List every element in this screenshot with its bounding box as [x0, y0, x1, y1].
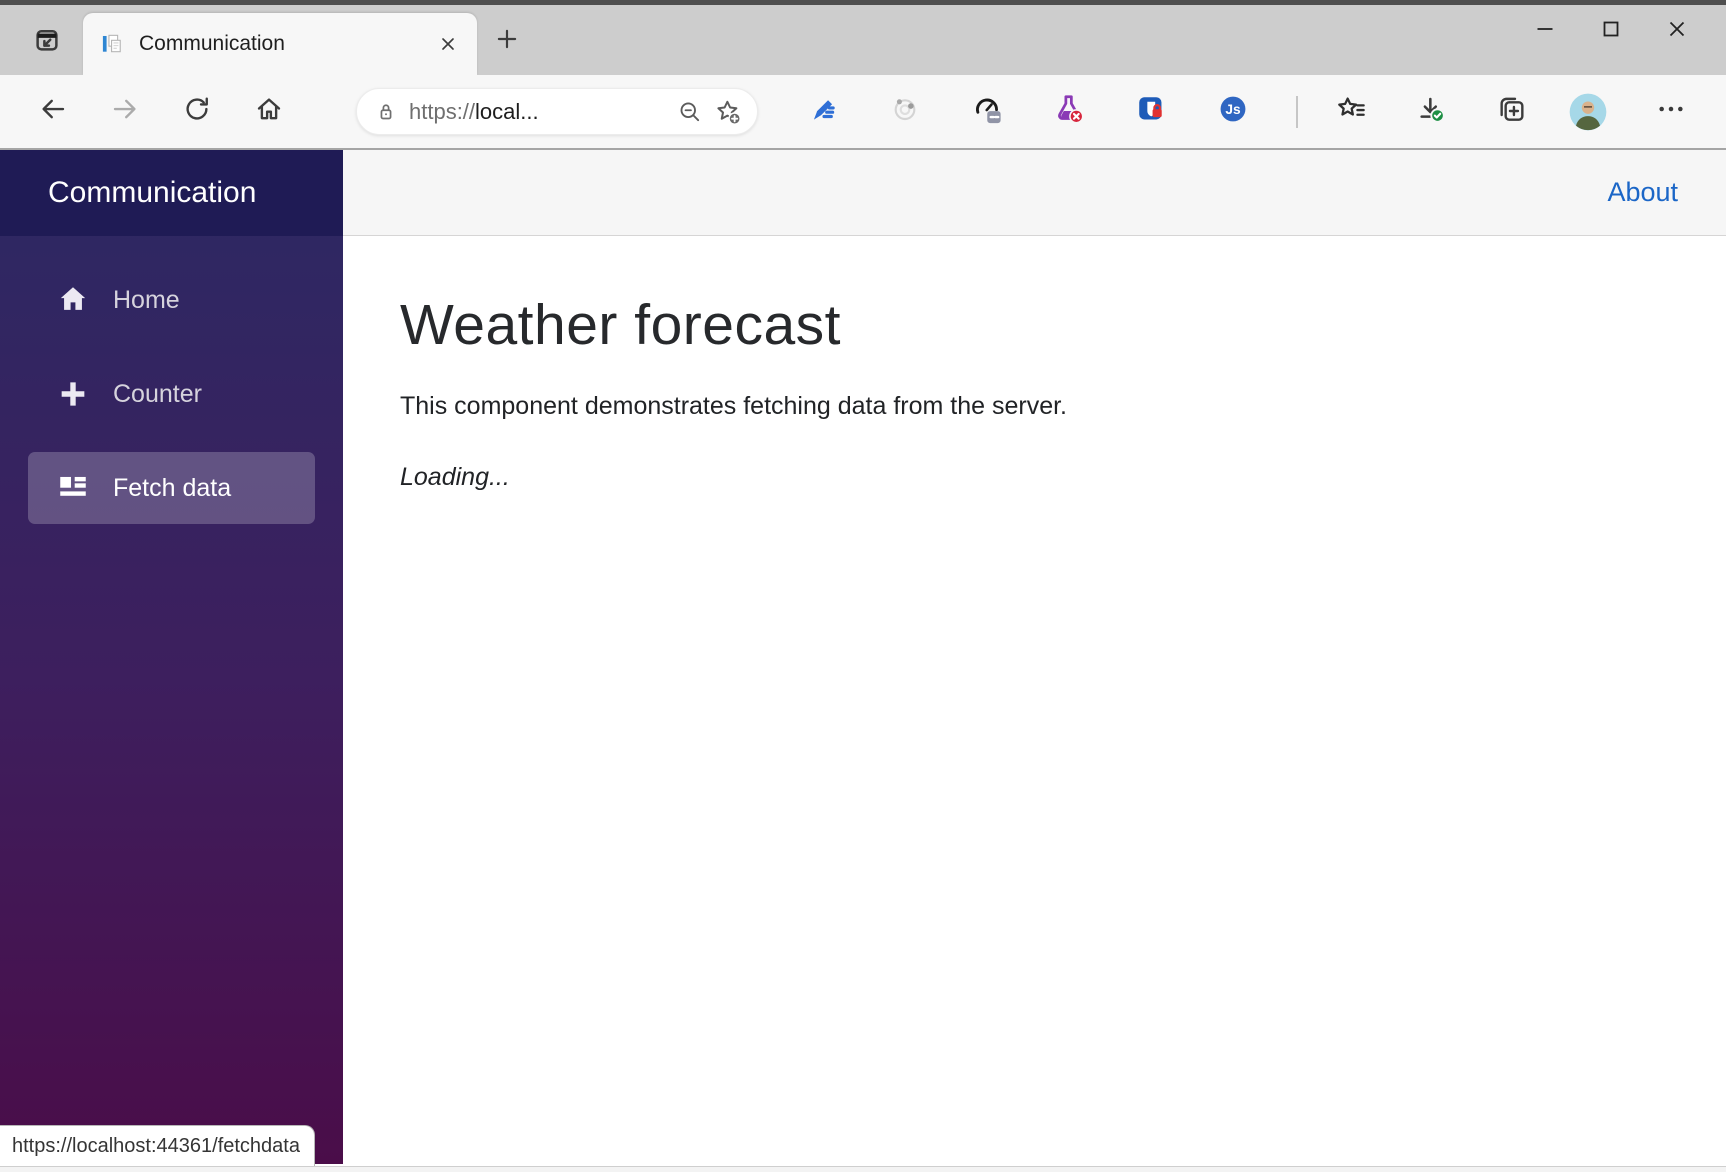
shield-lock-extension-icon: [1134, 92, 1168, 131]
about-link[interactable]: About: [1607, 177, 1678, 208]
close-icon: [1665, 17, 1689, 46]
app-brand[interactable]: Communication: [48, 176, 256, 210]
minimize-button[interactable]: [1512, 5, 1578, 57]
pen-extension-button[interactable]: [800, 89, 846, 135]
top-row: About: [343, 150, 1726, 236]
pen-extension-icon: [807, 93, 839, 130]
new-tab-button[interactable]: [487, 21, 527, 61]
tab-strip: Communication: [0, 5, 1726, 75]
forward-icon: [110, 94, 140, 129]
downloads-button[interactable]: [1408, 89, 1454, 135]
browser-window: Communication: [0, 0, 1726, 1172]
home-button[interactable]: [246, 89, 292, 135]
sidebar-item-fetch-data[interactable]: Fetch data: [28, 452, 315, 524]
close-window-button[interactable]: [1644, 5, 1710, 57]
status-bar-url: https://localhost:44361/fetchdata: [0, 1125, 315, 1166]
sidebar: Communication Home: [0, 150, 343, 1164]
main-area: About Weather forecast This component de…: [343, 150, 1726, 1164]
profile-avatar[interactable]: [1568, 92, 1608, 132]
sidebar-item-counter[interactable]: Counter: [28, 358, 315, 430]
orbit-extension-button[interactable]: [882, 89, 928, 135]
window-controls: [1512, 5, 1710, 75]
browser-toolbar: https://local...: [0, 75, 1726, 150]
more-icon: [1655, 93, 1687, 130]
sidebar-nav: Home Counter: [0, 236, 343, 546]
address-bar[interactable]: https://local...: [356, 88, 758, 135]
add-favorite-icon[interactable]: [709, 93, 747, 131]
tab-close-icon[interactable]: [433, 29, 463, 59]
javascript-extension-icon: Js: [1216, 92, 1250, 131]
url-text[interactable]: https://local...: [409, 99, 671, 125]
sidebar-item-label: Counter: [113, 380, 202, 409]
maximize-icon: [1599, 17, 1623, 46]
browser-home-icon: [254, 94, 284, 129]
page-title: Weather forecast: [400, 292, 1686, 358]
page-viewport: Communication Home: [0, 150, 1726, 1164]
collections-button[interactable]: [1488, 89, 1534, 135]
url-scheme: https://: [409, 99, 475, 124]
page-description: This component demonstrates fetching dat…: [400, 392, 1686, 421]
refresh-button[interactable]: [174, 89, 220, 135]
tab-actions-menu-button[interactable]: [25, 20, 69, 64]
back-icon: [38, 94, 68, 129]
plus-icon: [55, 376, 91, 412]
back-button[interactable]: [30, 89, 76, 135]
page-content: Weather forecast This component demonstr…: [343, 236, 1726, 492]
page-favicon: [99, 31, 125, 57]
sidebar-brand-row: Communication: [0, 150, 343, 236]
list-rich-icon: [55, 470, 91, 506]
svg-text:Js: Js: [1225, 102, 1241, 117]
sidebar-item-label: Fetch data: [113, 474, 231, 503]
flask-extension-button[interactable]: [1046, 89, 1092, 135]
browser-tab[interactable]: Communication: [83, 13, 477, 75]
downloads-icon: [1415, 93, 1447, 130]
sidebar-item-home[interactable]: Home: [28, 264, 315, 336]
javascript-extension-button[interactable]: Js: [1210, 89, 1256, 135]
refresh-icon: [182, 94, 212, 129]
home-icon: [55, 282, 91, 318]
toolbar-separator: [1296, 96, 1298, 128]
maximize-button[interactable]: [1578, 5, 1644, 57]
loading-indicator: Loading...: [400, 463, 1686, 492]
orbit-extension-icon: [889, 93, 921, 130]
gauge-extension-button[interactable]: [964, 89, 1010, 135]
lock-icon[interactable]: [371, 97, 401, 127]
settings-more-button[interactable]: [1648, 89, 1694, 135]
shield-lock-extension-button[interactable]: [1128, 89, 1174, 135]
tab-title: Communication: [139, 32, 433, 56]
forward-button[interactable]: [102, 89, 148, 135]
sidebar-item-label: Home: [113, 286, 180, 315]
favorites-button[interactable]: [1328, 89, 1374, 135]
favorites-icon: [1335, 93, 1367, 130]
window-bottom-edge: [0, 1166, 1726, 1172]
gauge-extension-icon: [970, 92, 1004, 131]
zoom-out-icon[interactable]: [671, 93, 709, 131]
flask-extension-icon: [1052, 92, 1086, 131]
collections-icon: [1495, 93, 1527, 130]
tab-actions-menu-icon: [32, 25, 62, 60]
minimize-icon: [1533, 17, 1557, 46]
new-tab-icon: [494, 26, 520, 57]
url-host: local...: [475, 99, 539, 124]
